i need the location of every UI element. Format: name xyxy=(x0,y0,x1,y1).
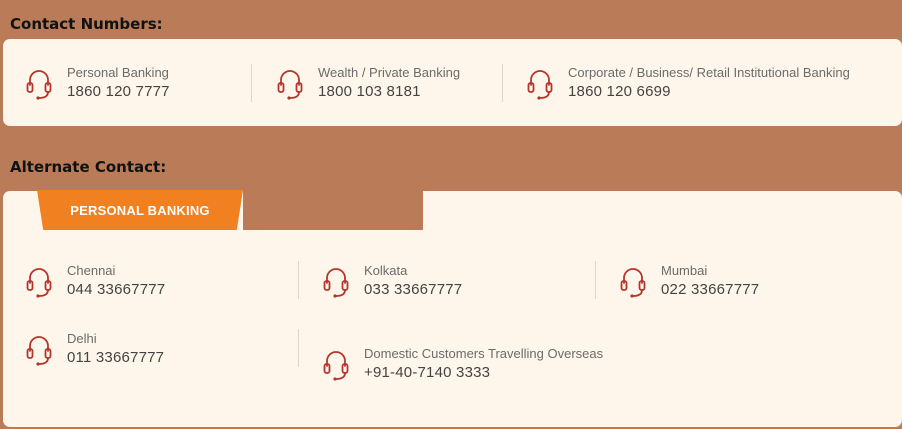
alternate-contact-title: Alternate Contact: xyxy=(10,158,167,176)
contact-number: 011 33667777 xyxy=(67,349,165,366)
contact-number: 044 33667777 xyxy=(67,281,166,298)
tab-personal-banking[interactable]: PERSONAL BANKING xyxy=(37,190,243,230)
headset-icon xyxy=(26,70,52,100)
contact-domestic-overseas[interactable]: Domestic Customers Travelling Overseas +… xyxy=(323,346,653,386)
headset-icon xyxy=(26,336,52,366)
headset-icon xyxy=(277,70,303,100)
contact-wealth-private-banking[interactable]: Wealth / Private Banking 1800 103 8181 xyxy=(277,65,497,105)
contact-label: Mumbai xyxy=(661,263,708,278)
contact-number: 022 33667777 xyxy=(661,281,760,298)
contact-label: Wealth / Private Banking xyxy=(318,65,461,80)
headset-icon xyxy=(26,268,52,298)
contact-number: 1800 103 8181 xyxy=(318,83,421,100)
contact-mumbai[interactable]: Mumbai 022 33667777 xyxy=(620,263,880,303)
contact-label: Delhi xyxy=(67,331,97,346)
divider xyxy=(595,261,596,299)
contact-numbers-title: Contact Numbers: xyxy=(10,15,163,33)
headset-icon xyxy=(323,268,349,298)
divider xyxy=(298,261,299,299)
contact-kolkata[interactable]: Kolkata 033 33667777 xyxy=(323,263,583,303)
contact-number: +91-40-7140 3333 xyxy=(364,364,491,381)
headset-icon xyxy=(527,70,553,100)
contact-label: Personal Banking xyxy=(67,65,169,80)
contact-number: 1860 120 7777 xyxy=(67,83,170,100)
contact-delhi[interactable]: Delhi 011 33667777 xyxy=(26,331,286,371)
contact-label: Domestic Customers Travelling Overseas xyxy=(364,346,604,361)
contact-label: Corporate / Business/ Retail Institution… xyxy=(568,65,850,80)
divider xyxy=(251,64,252,102)
contact-corporate-banking[interactable]: Corporate / Business/ Retail Institution… xyxy=(527,65,877,105)
contact-numbers-card: Personal Banking 1860 120 7777 Wealth / … xyxy=(3,39,902,126)
headset-icon xyxy=(323,351,349,381)
contact-number: 033 33667777 xyxy=(364,281,463,298)
alternate-contact-tabs: PERSONAL BANKING xyxy=(37,190,425,230)
headset-icon xyxy=(620,268,646,298)
tab-secondary[interactable] xyxy=(243,190,423,230)
contact-label: Chennai xyxy=(67,263,116,278)
contact-chennai[interactable]: Chennai 044 33667777 xyxy=(26,263,286,303)
divider xyxy=(502,64,503,102)
divider xyxy=(298,329,299,367)
contact-label: Kolkata xyxy=(364,263,408,278)
contact-number: 1860 120 6699 xyxy=(568,83,671,100)
contact-personal-banking[interactable]: Personal Banking 1860 120 7777 xyxy=(26,65,246,105)
